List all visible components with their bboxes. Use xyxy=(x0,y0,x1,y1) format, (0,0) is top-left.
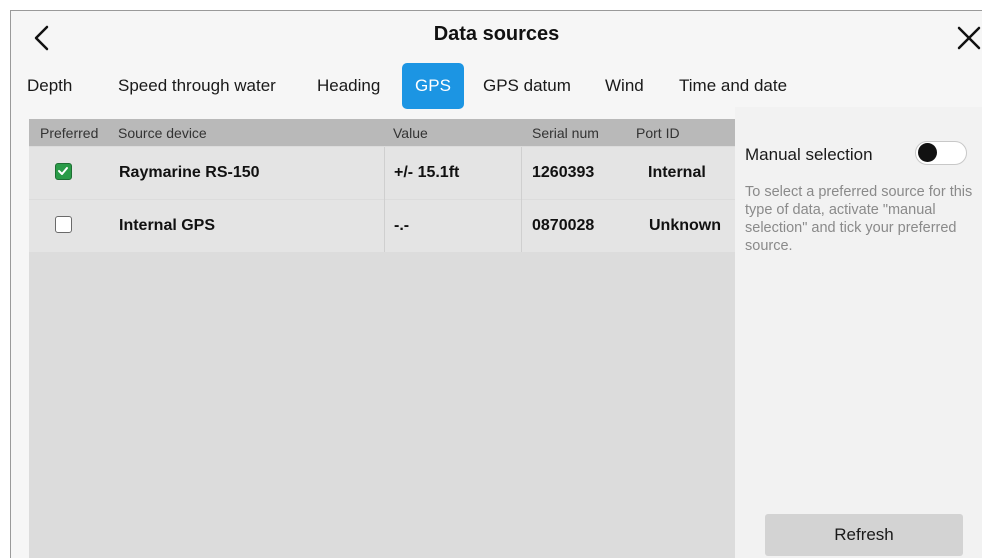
serial-num-cell: 1260393 xyxy=(532,164,595,181)
port-id-cell: Unknown xyxy=(649,217,721,234)
refresh-button[interactable]: Refresh xyxy=(765,514,963,556)
column-divider xyxy=(521,147,522,252)
preferred-checkbox[interactable] xyxy=(55,216,72,233)
column-header-port-id: Port ID xyxy=(636,125,680,141)
serial-num-cell: 0870028 xyxy=(532,217,595,234)
column-header-serial-num: Serial num xyxy=(532,125,599,141)
tab-wind[interactable]: Wind xyxy=(605,63,644,109)
tab-gps-datum[interactable]: GPS datum xyxy=(483,63,571,109)
toggle-knob xyxy=(918,143,937,162)
source-device-cell: Internal GPS xyxy=(119,217,216,234)
preferred-checkbox[interactable] xyxy=(55,163,72,180)
tab-depth[interactable]: Depth xyxy=(27,63,72,109)
table-row[interactable]: Raymarine RS-150 +/- 15.1ft 1260393 Inte… xyxy=(29,147,735,199)
table-header: Preferred Source device Value Serial num… xyxy=(29,119,735,146)
help-text: To select a preferred source for this ty… xyxy=(745,184,973,254)
tab-time-and-date[interactable]: Time and date xyxy=(679,63,787,109)
value-cell: +/- 15.1ft xyxy=(394,164,460,181)
port-id-cell: Internal xyxy=(648,164,706,181)
table-row[interactable]: Internal GPS -.- 0870028 Unknown xyxy=(29,200,735,252)
data-sources-table: Preferred Source device Value Serial num… xyxy=(29,119,735,558)
manual-selection-panel: Manual selection To select a preferred s… xyxy=(735,107,982,558)
page-title: Data sources xyxy=(433,23,560,45)
data-sources-dialog: Data sources Depth Speed through water H… xyxy=(10,10,982,558)
column-divider xyxy=(384,147,385,252)
tab-heading[interactable]: Heading xyxy=(317,63,380,109)
column-header-value: Value xyxy=(393,125,428,141)
column-header-preferred: Preferred xyxy=(40,125,99,141)
manual-selection-toggle[interactable] xyxy=(915,141,967,165)
tab-gps[interactable]: GPS xyxy=(402,63,464,109)
tab-speed-through-water[interactable]: Speed through water xyxy=(118,63,276,109)
source-device-cell: Raymarine RS-150 xyxy=(119,164,260,181)
column-header-source-device: Source device xyxy=(118,125,207,141)
manual-selection-label: Manual selection xyxy=(745,145,873,164)
checkmark-icon xyxy=(58,167,68,175)
close-icon[interactable] xyxy=(955,24,982,52)
value-cell: -.- xyxy=(394,217,410,234)
